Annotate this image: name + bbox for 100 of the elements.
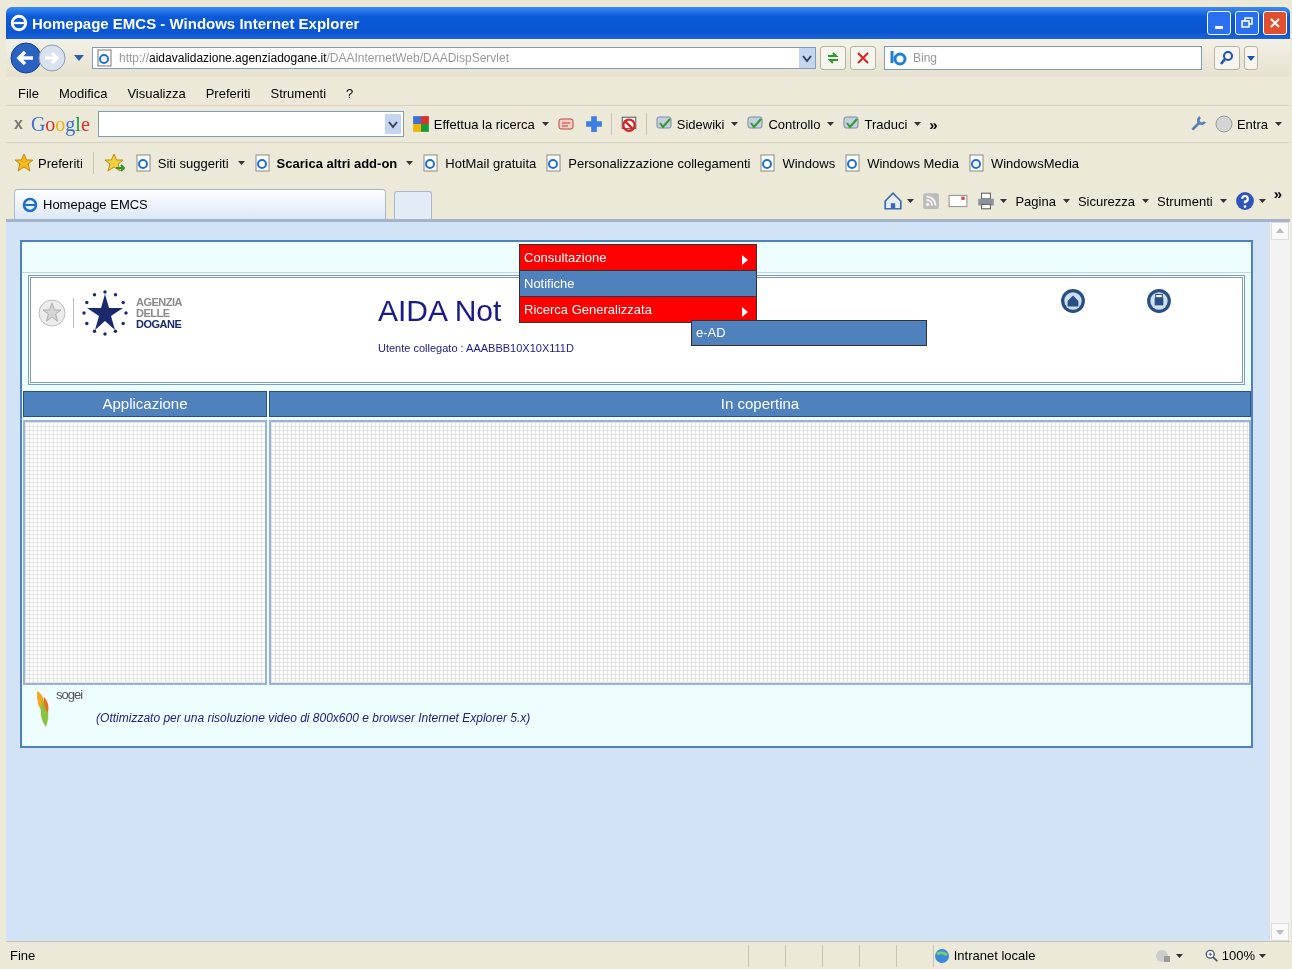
search-button[interactable] <box>1214 46 1240 70</box>
caret-icon <box>1275 122 1282 126</box>
nav-menu-item[interactable]: Consultazione <box>520 245 756 271</box>
browser-tab[interactable]: Homepage EMCS <box>14 189 386 219</box>
add-favorite-icon[interactable] <box>103 153 126 173</box>
toolbar-search-button[interactable]: Effettua la ricerca <box>411 115 549 133</box>
toolbar-logo: Google <box>30 112 90 136</box>
search-icon <box>1219 50 1235 66</box>
page-icon <box>423 154 440 172</box>
page-icon <box>135 154 152 172</box>
caret-icon[interactable] <box>1259 953 1266 958</box>
menu-item[interactable]: Preferiti <box>205 85 251 101</box>
squares-icon <box>411 115 430 133</box>
caret-icon[interactable] <box>74 55 84 61</box>
favorite-link[interactable]: Personalizzazione collegamenti <box>546 154 751 172</box>
home-icon[interactable] <box>1060 288 1086 314</box>
caret-icon[interactable] <box>1258 199 1266 203</box>
menu-item[interactable]: Visualizza <box>127 85 186 101</box>
window-title: Homepage EMCS - Windows Internet Explorer <box>32 14 360 32</box>
caret-icon <box>914 122 922 126</box>
close-button[interactable] <box>1263 11 1287 35</box>
caret-icon <box>1062 199 1070 203</box>
back-button[interactable] <box>10 42 42 74</box>
zoom-icon <box>1204 948 1219 963</box>
menu-item[interactable]: ? <box>346 85 354 101</box>
page-icon <box>546 154 563 172</box>
refresh-button[interactable] <box>820 46 846 70</box>
popup-blocked-icon[interactable] <box>619 115 638 133</box>
caret-icon <box>1219 199 1227 203</box>
browser-logo-icon <box>10 14 28 32</box>
submenu-item[interactable]: e-AD <box>692 321 926 345</box>
caret-icon <box>406 161 414 165</box>
favorite-link[interactable]: Windows Media <box>845 154 959 172</box>
nav-menu-item[interactable]: Ricerca Generalizzata <box>520 297 756 322</box>
stop-icon <box>856 51 870 65</box>
logo-text: DOGANE <box>136 318 182 330</box>
dropdown-icon[interactable] <box>384 114 401 134</box>
favorite-link[interactable]: HotMail gratuita <box>423 154 537 172</box>
plus-icon[interactable] <box>584 115 603 133</box>
forward-button[interactable] <box>38 44 66 72</box>
zoom-button[interactable]: 100% <box>1204 948 1255 963</box>
more-button[interactable]: » <box>1273 185 1282 202</box>
menu-item[interactable]: Modifica <box>58 85 108 101</box>
footer-note: (Ottimizzato per una risoluzione video di 800x600 e browser Internet Explorer 5.x) <box>96 711 531 725</box>
emblem-icon <box>37 296 67 330</box>
caret-icon[interactable] <box>1175 953 1183 958</box>
home-icon[interactable] <box>883 191 904 211</box>
logo-text: AGENZIA <box>136 296 182 308</box>
toolbar-button[interactable]: Sidewiki <box>654 115 739 133</box>
search-field[interactable]: Bing <box>884 46 1202 70</box>
nav-menu-item[interactable]: Notifiche <box>520 271 756 297</box>
sign-in-button[interactable]: Entra <box>1214 115 1282 133</box>
restore-button[interactable] <box>1235 11 1259 35</box>
caret-icon[interactable] <box>1000 199 1008 203</box>
menu-item[interactable]: Strumenti <box>270 85 327 101</box>
browser-logo-icon <box>21 195 39 214</box>
command-button[interactable]: Sicurezza <box>1077 193 1149 209</box>
refresh-icon <box>825 50 841 66</box>
favorite-link[interactable]: Siti suggeriti <box>135 154 245 172</box>
favorite-link[interactable]: Windows <box>760 154 836 172</box>
more-button[interactable]: » <box>929 115 938 133</box>
print-icon[interactable] <box>1146 288 1172 314</box>
bookmark-icon[interactable] <box>556 116 577 132</box>
mail-icon[interactable] <box>948 193 969 209</box>
column-header: Applicazione <box>23 391 267 417</box>
page-title: AIDA Not <box>378 294 502 328</box>
url-text: http://aidavalidazione.agenziadogane.it/DAAInternetWeb/DAADispServlet <box>119 51 510 65</box>
caret-icon[interactable] <box>907 199 915 203</box>
help-icon[interactable] <box>1234 191 1255 211</box>
logo-text: DELLE <box>136 307 171 319</box>
minimize-button[interactable] <box>1207 11 1231 35</box>
search-options-button[interactable] <box>1244 46 1258 70</box>
submenu-arrow-icon <box>742 306 748 317</box>
page-icon <box>968 154 985 172</box>
status-text: Fine <box>10 948 36 963</box>
globe-icon <box>933 947 950 964</box>
address-field[interactable]: http://aidavalidazione.agenziadogane.it/DAAInternetWeb/DAADispServlet <box>92 47 816 69</box>
dropdown-icon[interactable] <box>799 48 815 68</box>
page-icon <box>97 49 113 67</box>
caret-icon <box>237 161 245 165</box>
caret-icon <box>1142 199 1149 203</box>
print-icon[interactable] <box>976 191 997 211</box>
favorite-link[interactable]: Scarica altri add-on <box>254 154 414 172</box>
menu-item[interactable]: File <box>18 85 39 101</box>
caret-icon <box>541 122 549 126</box>
favorites-button[interactable]: Preferiti <box>14 153 83 173</box>
search-provider-icon <box>889 50 909 66</box>
command-button[interactable]: Pagina <box>1015 193 1070 209</box>
toolbar-button[interactable]: Controllo <box>746 115 835 133</box>
circle-icon <box>1214 115 1233 133</box>
command-button[interactable]: Strumenti <box>1157 193 1227 209</box>
page-icon <box>845 154 862 172</box>
close-toolbar-button[interactable]: x <box>14 115 23 133</box>
star-logo-icon <box>80 288 130 338</box>
caret-icon <box>827 122 835 126</box>
favorite-link[interactable]: WindowsMedia <box>968 154 1080 172</box>
toolbar-search-field[interactable] <box>97 111 404 137</box>
stop-button[interactable] <box>850 46 876 70</box>
toolbar-button[interactable]: Traduci <box>842 115 922 133</box>
caret-icon <box>731 122 739 126</box>
